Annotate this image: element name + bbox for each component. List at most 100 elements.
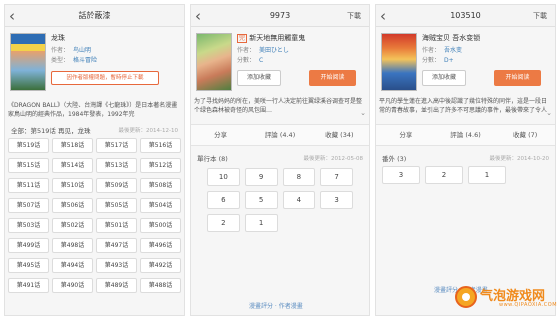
volume-button[interactable]: 9 <box>244 168 278 186</box>
volume-button[interactable]: 10 <box>207 168 240 186</box>
favorites-count[interactable]: 收藏 (7) <box>495 125 555 145</box>
chapter-button[interactable]: 第499话 <box>8 238 49 253</box>
site-watermark: 气泡游戏网 www.QIPAOXIA.COM <box>455 284 557 310</box>
score-row: 分數： D+ <box>422 55 454 64</box>
share-button[interactable]: 分享 <box>376 125 436 145</box>
download-button[interactable]: 下載 <box>533 5 547 27</box>
author-row: 作者： 吾水变 <box>422 45 462 54</box>
score-row: 分數： C <box>237 55 263 64</box>
author-link[interactable]: 吾水变 <box>444 47 462 54</box>
author-row: 作者： 鸟山明 <box>51 45 91 54</box>
volume-button[interactable]: 3 <box>382 166 420 184</box>
comic-name: 龙珠 <box>51 34 65 42</box>
add-favorite-button[interactable]: 添加收藏 <box>237 70 281 86</box>
comments-button[interactable]: 評論 (4.6) <box>436 125 496 145</box>
chapter-button[interactable]: 第493话 <box>96 258 137 273</box>
chapter-button[interactable]: 第488话 <box>140 278 181 293</box>
author-link[interactable]: 美田ひとし <box>259 47 289 54</box>
chapter-button[interactable]: 第512话 <box>140 158 181 173</box>
bottom-links[interactable]: 漫畫評分 · 作者漫畫 <box>249 301 303 310</box>
chapter-button[interactable]: 第509话 <box>96 178 137 193</box>
chapter-button[interactable]: 第492话 <box>140 258 181 273</box>
volume-button[interactable]: 1 <box>468 166 506 184</box>
start-reading-button[interactable]: 开始阅读 <box>309 70 356 86</box>
updated-date: 最後更新：2012-05-08 <box>303 156 363 162</box>
chapter-header: 全部：第519话 再见，龙珠 <box>11 127 91 135</box>
chapter-button[interactable]: 第500话 <box>140 218 181 233</box>
chapter-button[interactable]: 第517话 <box>96 138 137 153</box>
chapter-button[interactable]: 第508话 <box>140 178 181 193</box>
chapter-button[interactable]: 第504话 <box>140 198 181 213</box>
add-favorite-button[interactable]: 添加收藏 <box>422 70 466 86</box>
score-label: 分數： <box>237 57 256 64</box>
comic-info: 龙珠 作者： 鸟山明 类型： 格斗冒险 因作者版權問題，暫時停止下載 <box>5 27 184 99</box>
chapter-button[interactable]: 第511话 <box>8 178 49 193</box>
chapter-grid: 第519话 第518话 第517话 第516话 第515话 第514话 第513… <box>5 138 184 293</box>
author-link[interactable]: 鸟山明 <box>73 47 91 54</box>
genre-value: 格斗冒险 <box>73 57 98 64</box>
volume-button[interactable]: 1 <box>244 214 278 232</box>
expand-chevron-icon[interactable]: ⌄ <box>360 109 366 117</box>
updated-date: 最後更新：2014-12-10 <box>118 128 178 134</box>
volume-grid: 3 2 1 <box>376 166 555 184</box>
chapter-button[interactable]: 第502话 <box>52 218 93 233</box>
comic-cover-image <box>381 33 417 91</box>
chapter-button[interactable]: 第495话 <box>8 258 49 273</box>
chapter-button[interactable]: 第516话 <box>140 138 181 153</box>
chapter-button[interactable]: 第501话 <box>96 218 137 233</box>
volume-header: 單行本 (8) <box>197 155 228 163</box>
author-label: 作者： <box>422 47 441 54</box>
chapter-button[interactable]: 第519话 <box>8 138 49 153</box>
header-bar: ‹ 103510 下載 <box>376 5 555 27</box>
completed-tag: 完 <box>237 34 248 43</box>
header-title: 103510 <box>450 11 481 20</box>
chapter-button[interactable]: 第498话 <box>52 238 93 253</box>
chapter-button[interactable]: 第505话 <box>96 198 137 213</box>
chapter-button[interactable]: 第496话 <box>140 238 181 253</box>
panel-comic-detail-2: ‹ 9973 下載 完 新天地無用觸童鬼 作者： 美田ひとし 分數： C 添加收藏 … <box>190 4 370 316</box>
volume-button[interactable]: 8 <box>282 168 316 186</box>
comic-cover-image <box>10 33 46 91</box>
genre-label: 类型： <box>51 57 70 64</box>
genre-row: 类型： 格斗冒险 <box>51 55 97 64</box>
author-label: 作者： <box>51 47 70 54</box>
volume-button[interactable]: 5 <box>244 191 278 209</box>
chapter-button[interactable]: 第510话 <box>52 178 93 193</box>
comic-name: 海贼宝贝 吾水变锁 <box>422 34 481 42</box>
download-button[interactable]: 下載 <box>347 5 361 27</box>
volume-button[interactable]: 7 <box>320 168 353 186</box>
comic-description: 为了寻找妈妈的所在，美咲一行人决定前往翼绿溪谷调查可是整个绿色森林被奇怪的风包围… <box>194 98 363 114</box>
volume-header: 番外 (3) <box>382 155 407 163</box>
chapter-button[interactable]: 第515话 <box>8 158 49 173</box>
volume-button[interactable]: 2 <box>207 214 240 232</box>
expand-chevron-icon[interactable]: ⌄ <box>546 109 552 117</box>
chapter-button[interactable]: 第490话 <box>52 278 93 293</box>
chapter-button[interactable]: 第497话 <box>96 238 137 253</box>
share-button[interactable]: 分享 <box>191 125 250 145</box>
bubble-logo-icon <box>455 286 477 308</box>
comic-cover-image <box>196 33 232 91</box>
chapter-button[interactable]: 第514话 <box>52 158 93 173</box>
chapter-button[interactable]: 第507话 <box>8 198 49 213</box>
chapter-button[interactable]: 第513话 <box>96 158 137 173</box>
volume-button[interactable]: 6 <box>207 191 240 209</box>
volume-button[interactable]: 3 <box>320 191 353 209</box>
chapter-button[interactable]: 第489话 <box>96 278 137 293</box>
volume-button[interactable]: 4 <box>282 191 316 209</box>
chapter-button[interactable]: 第518话 <box>52 138 93 153</box>
comments-button[interactable]: 評論 (4.4) <box>250 125 309 145</box>
panel-comic-detail-1: ‹ 話於蔽漆 龙珠 作者： 鸟山明 类型： 格斗冒险 因作者版權問題，暫時停止下載 … <box>4 4 185 316</box>
stats-bar: 分享 評論 (4.4) 收藏 (34) <box>191 124 369 146</box>
score-value: D+ <box>444 57 454 64</box>
author-row: 作者： 美田ひとし <box>237 45 289 54</box>
favorites-count[interactable]: 收藏 (34) <box>310 125 369 145</box>
chapter-button[interactable]: 第503话 <box>8 218 49 233</box>
chapter-button[interactable]: 第506话 <box>52 198 93 213</box>
volume-button[interactable]: 2 <box>425 166 463 184</box>
header-bar: ‹ 話於蔽漆 <box>5 5 184 27</box>
updated-date: 最後更新：2014-10-20 <box>489 156 549 162</box>
start-reading-button[interactable]: 开始阅读 <box>494 70 541 86</box>
chapter-button[interactable]: 第491话 <box>8 278 49 293</box>
comic-description: 平凡的學生蓮在進入高中後認識了幾位特殊的同伴，這是一段日常的青春故事，並引出了許… <box>379 98 548 114</box>
chapter-button[interactable]: 第494话 <box>52 258 93 273</box>
